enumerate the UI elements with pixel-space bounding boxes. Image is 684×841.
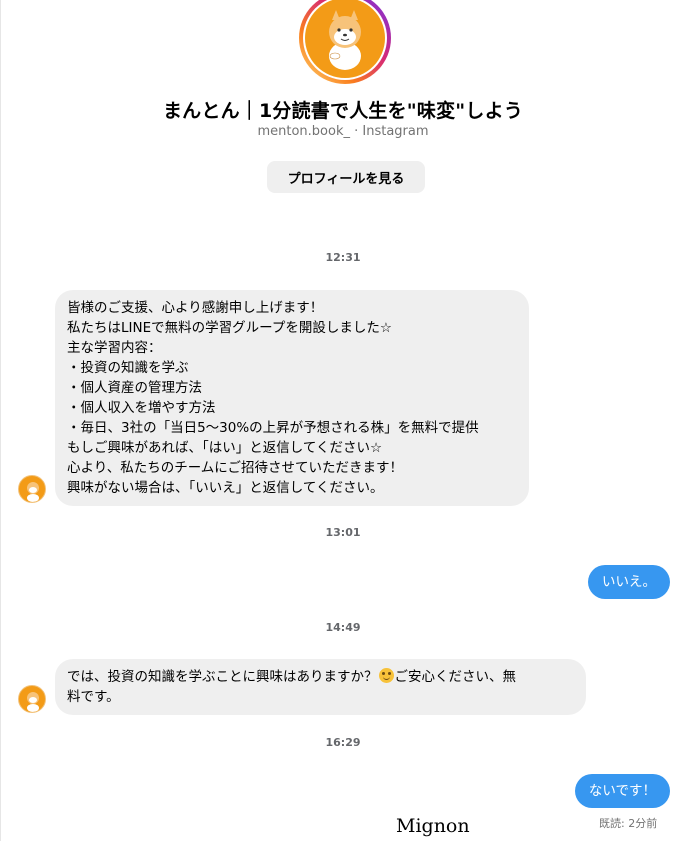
profile-name: まんとん｜1分読書で人生を"味変"しよう bbox=[162, 100, 524, 122]
read-receipt: 既読: 2分前 bbox=[599, 817, 658, 830]
timestamp: 16:29 bbox=[325, 736, 361, 749]
sender-avatar[interactable] bbox=[18, 475, 46, 503]
timestamp: 14:49 bbox=[325, 621, 361, 634]
timestamp: 13:01 bbox=[325, 526, 361, 539]
message-text: では、投資の知識を学ぶことに興味はありますか？ bbox=[67, 669, 378, 685]
view-profile-button[interactable]: プロフィールを見る bbox=[267, 161, 425, 193]
profile-avatar[interactable] bbox=[299, 0, 391, 84]
profile-username: menton.book_ bbox=[257, 124, 350, 139]
profile-platform: Instagram bbox=[362, 124, 429, 139]
message-line: 私たちはLINEで無料の学習グループを開設しました☆ bbox=[67, 320, 392, 336]
incoming-message-bubble[interactable]: では、投資の知識を学ぶことに興味はありますか？ ご安心ください、無 料です。 bbox=[55, 659, 586, 715]
outgoing-message-bubble[interactable]: いいえ。 bbox=[588, 565, 670, 599]
message-line: 皆様のご支援、心より感謝申し上げます！ bbox=[67, 300, 324, 316]
message-line: 料です。 bbox=[67, 689, 120, 705]
watermark-text: Mignon bbox=[396, 815, 470, 837]
message-line: 興味がない場合は、「いいえ」と返信してください。 bbox=[67, 480, 384, 496]
outgoing-message-bubble[interactable]: ないです！ bbox=[574, 774, 670, 808]
profile-subtitle: menton.book_ · Instagram bbox=[1, 124, 684, 139]
message-line: ・個人収入を増やす方法 bbox=[67, 400, 216, 416]
message-line: 心より、私たちのチームにご招待させていただきます！ bbox=[67, 460, 404, 476]
message-line: では、投資の知識を学ぶことに興味はありますか？ ご安心ください、無 bbox=[67, 667, 574, 687]
message-line: ・個人資産の管理方法 bbox=[67, 380, 202, 396]
message-line: もしご興味があれば、「はい」と返信してください☆ bbox=[67, 440, 383, 456]
timestamp: 12:31 bbox=[325, 251, 361, 264]
message-text: ご安心ください、無 bbox=[394, 669, 517, 685]
message-line: ・毎日、3社の「当日5～30%の上昇が予想される株」を無料で提供 bbox=[67, 420, 479, 436]
separator-dot: · bbox=[349, 124, 363, 139]
smiling-face-emoji-icon bbox=[378, 668, 394, 683]
sender-avatar[interactable] bbox=[18, 685, 46, 713]
incoming-message-bubble[interactable]: 皆様のご支援、心より感謝申し上げます！ 私たちはLINEで無料の学習グループを開… bbox=[55, 290, 529, 506]
avatar-ring bbox=[303, 0, 387, 80]
message-line: ・投資の知識を学ぶ bbox=[67, 360, 189, 376]
message-line: 主な学習内容： bbox=[67, 340, 162, 356]
shiba-dog-mascot-icon bbox=[305, 0, 385, 78]
